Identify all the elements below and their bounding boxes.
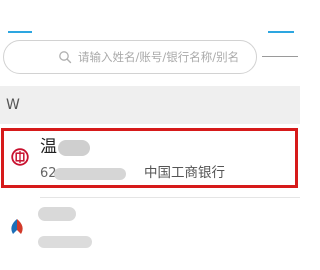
accent-line-right <box>268 31 294 33</box>
accent-line-left <box>8 31 32 33</box>
top-bar <box>0 0 300 36</box>
list-divider <box>40 197 300 198</box>
section-letter: W <box>6 97 20 113</box>
bank-logo-icon <box>11 219 23 234</box>
section-header: W <box>0 86 300 124</box>
contact-name: 温 <box>40 137 57 157</box>
redacted-next-name <box>38 207 76 221</box>
redacted-account <box>54 168 126 180</box>
redacted-next-account <box>38 236 92 248</box>
search-input[interactable]: 请输入姓名/账号/银行名称/别名 <box>3 40 257 74</box>
more-icon[interactable] <box>262 56 298 58</box>
icbc-logo-icon <box>11 148 29 166</box>
search-placeholder: 请输入姓名/账号/银行名称/别名 <box>78 50 240 64</box>
bank-name: 中国工商银行 <box>144 165 225 181</box>
search-icon <box>59 51 72 64</box>
redacted-name <box>58 140 90 156</box>
